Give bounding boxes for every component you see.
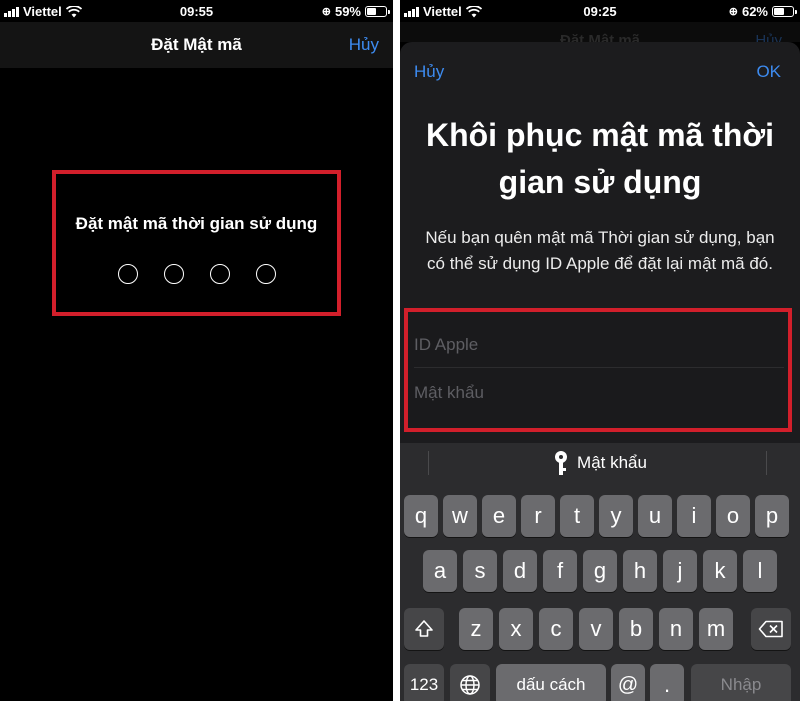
nav-title: Đặt Mật mã (151, 35, 242, 54)
key-c[interactable]: c (539, 608, 573, 650)
battery-percent: 59% (334, 4, 361, 19)
key-n[interactable]: n (659, 608, 693, 650)
at-key[interactable]: @ (611, 664, 645, 701)
key-r[interactable]: r (521, 495, 555, 537)
suggestion-label: Mật khẩu (577, 453, 647, 472)
passcode-dots[interactable] (56, 264, 337, 284)
passcode-dot (209, 264, 230, 284)
globe-key[interactable] (450, 664, 490, 701)
right-phone-screen: Viettel 09:25 ⊕ 62% Đặt Mật mã Hủy Hủy O… (400, 0, 800, 701)
key-f[interactable]: f (543, 550, 577, 592)
delete-icon (758, 620, 783, 638)
passcode-dot (255, 264, 276, 284)
background-navigation-bar: Đặt Mật mã Hủy (400, 22, 800, 49)
navigation-bar: Đặt Mật mã Hủy (0, 22, 393, 68)
password-field[interactable] (414, 370, 784, 416)
battery-icon (365, 6, 390, 17)
globe-icon (460, 675, 480, 695)
keyboard-row-4: 123 dấu cách @ . Nhập (400, 664, 800, 701)
credentials-highlight-box (404, 308, 792, 432)
suggestion-bar: Mật khẩu (400, 443, 800, 483)
key-k[interactable]: k (703, 550, 737, 592)
keyboard-row-1: qwertyuiop (400, 495, 800, 537)
cancel-button[interactable]: Hủy (349, 35, 379, 55)
key-d[interactable]: d (503, 550, 537, 592)
passcode-dot (163, 264, 184, 284)
orientation-lock-icon: ⊕ (321, 6, 331, 18)
status-bar: Viettel 09:25 ⊕ 62% (400, 0, 800, 22)
key-a[interactable]: a (423, 550, 457, 592)
key-u[interactable]: u (638, 495, 672, 537)
key-t[interactable]: t (560, 495, 594, 537)
key-j[interactable]: j (663, 550, 697, 592)
key-l[interactable]: l (743, 550, 777, 592)
key-m[interactable]: m (699, 608, 733, 650)
cancel-button[interactable]: Hủy (414, 62, 444, 82)
apple-id-field[interactable] (414, 322, 784, 368)
key-w[interactable]: w (443, 495, 477, 537)
shift-key[interactable] (404, 608, 444, 650)
left-phone-screen: Viettel 09:55 ⊕ 59% Đặt Mật mã Hủy Đặt m… (0, 0, 393, 701)
password-suggestion[interactable]: Mật khẩu (400, 451, 800, 475)
key-q[interactable]: q (404, 495, 438, 537)
space-key[interactable]: dấu cách (496, 664, 606, 701)
passcode-dot (117, 264, 138, 284)
sheet-title: Khôi phục mật mã thời gian sử dụng (425, 117, 775, 200)
key-y[interactable]: y (599, 495, 633, 537)
passcode-highlight-box: Đặt mật mã thời gian sử dụng (52, 170, 341, 316)
orientation-lock-icon: ⊕ (728, 6, 738, 18)
passcode-prompt: Đặt mật mã thời gian sử dụng (75, 214, 318, 233)
key-o[interactable]: o (716, 495, 750, 537)
key-h[interactable]: h (623, 550, 657, 592)
status-bar: Viettel 09:55 ⊕ 59% (0, 0, 393, 22)
sheet-description: Nếu bạn quên mật mã Thời gian sử dụng, b… (425, 228, 775, 273)
key-z[interactable]: z (459, 608, 493, 650)
keyboard-row-3: zxcvbnm (400, 608, 800, 650)
delete-key[interactable] (751, 608, 791, 650)
battery-icon (772, 6, 797, 17)
keyboard-row-2: asdfghjkl (400, 550, 800, 592)
key-p[interactable]: p (755, 495, 789, 537)
keyboard: Mật khẩu qwertyuiop asdfghjkl zxcvbnm 12… (400, 443, 800, 701)
numbers-key[interactable]: 123 (404, 664, 444, 701)
key-icon (553, 451, 569, 475)
return-key[interactable]: Nhập (691, 664, 791, 701)
key-s[interactable]: s (463, 550, 497, 592)
dot-key[interactable]: . (650, 664, 684, 701)
battery-percent: 62% (741, 4, 768, 19)
key-v[interactable]: v (579, 608, 613, 650)
key-x[interactable]: x (499, 608, 533, 650)
key-g[interactable]: g (583, 550, 617, 592)
shift-icon (415, 620, 433, 637)
key-i[interactable]: i (677, 495, 711, 537)
ok-button[interactable]: OK (756, 62, 781, 82)
key-b[interactable]: b (619, 608, 653, 650)
key-e[interactable]: e (482, 495, 516, 537)
